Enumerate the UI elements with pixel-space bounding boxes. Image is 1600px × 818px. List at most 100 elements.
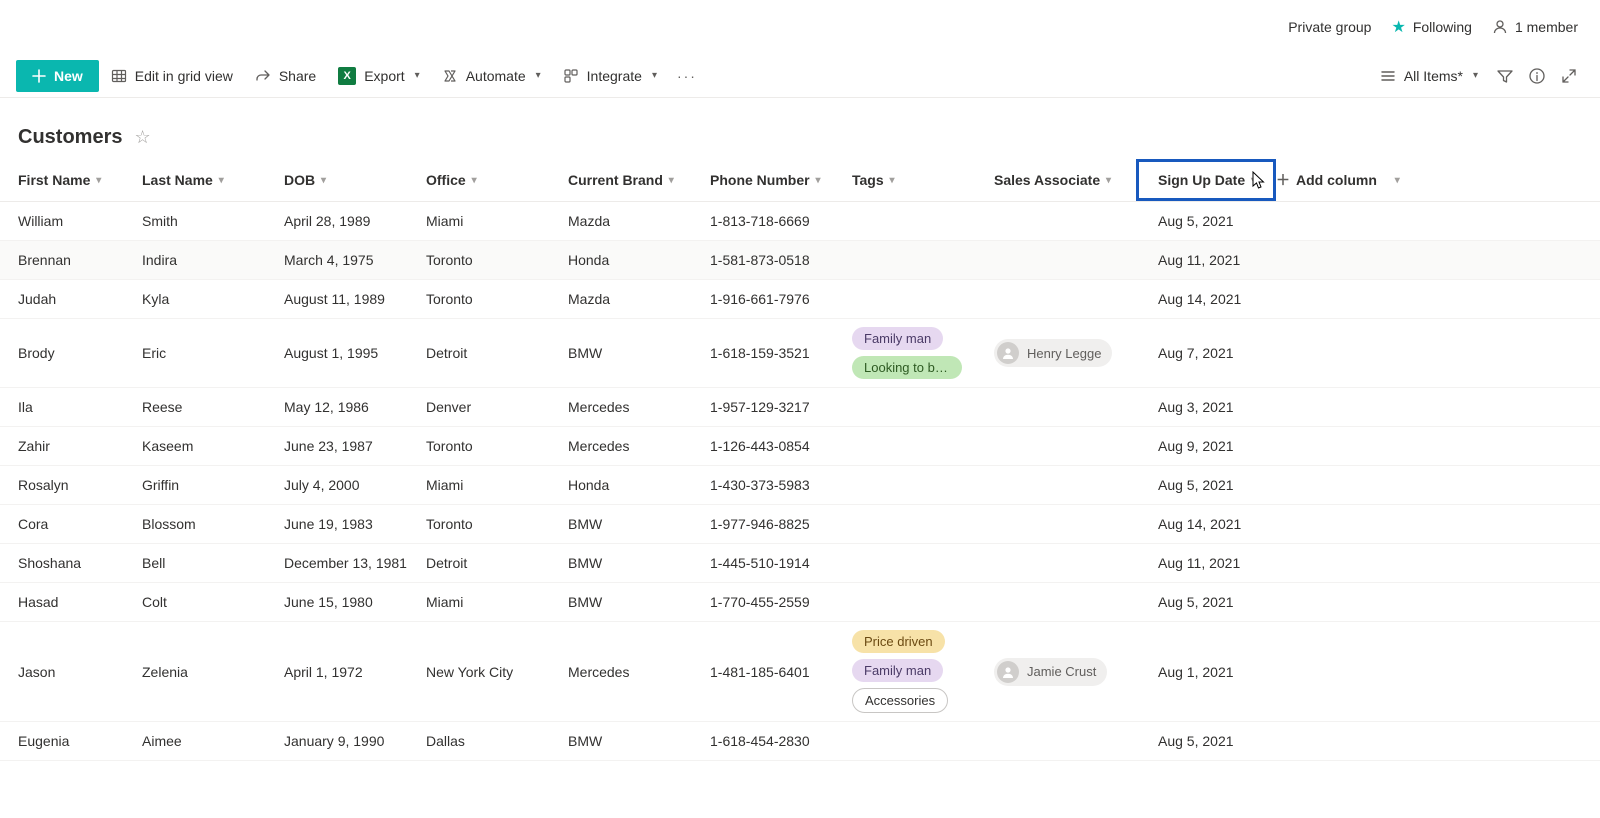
automate-button[interactable]: Automate ▾ — [432, 62, 551, 90]
cell-office: New York City — [426, 622, 568, 721]
cell-first-name: William — [0, 202, 142, 240]
cell-current-brand: Mazda — [568, 280, 710, 318]
column-header-first-name[interactable]: First Name ▾ — [0, 159, 142, 201]
cell-sign-up-date: Aug 5, 2021 — [1136, 202, 1276, 240]
cell-last-name: Eric — [142, 319, 284, 387]
table-row[interactable]: CoraBlossomJune 19, 1983TorontoBMW1-977-… — [0, 505, 1600, 544]
cell-current-brand: Honda — [568, 466, 710, 504]
grid-icon — [111, 68, 127, 84]
tag-pill[interactable]: Family man — [852, 327, 943, 350]
cell-empty — [1276, 622, 1416, 721]
cell-office: Detroit — [426, 544, 568, 582]
cell-first-name: Brody — [0, 319, 142, 387]
favorite-star-icon[interactable]: ☆ — [134, 127, 150, 148]
column-header-phone[interactable]: Phone Number ▾ — [710, 159, 852, 201]
following-button[interactable]: ★ Following — [1391, 17, 1471, 37]
cell-current-brand: BMW — [568, 544, 710, 582]
cell-tags: Price driven Family man Accessories — [852, 622, 994, 721]
table-row[interactable]: RosalynGriffinJuly 4, 2000MiamiHonda1-43… — [0, 466, 1600, 505]
cell-last-name: Blossom — [142, 505, 284, 543]
cell-office: Toronto — [426, 505, 568, 543]
info-icon — [1528, 67, 1546, 85]
excel-icon: X — [338, 67, 356, 85]
cell-first-name: Zahir — [0, 427, 142, 465]
expand-button[interactable] — [1554, 61, 1584, 91]
cell-dob: June 19, 1983 — [284, 505, 426, 543]
automate-label: Automate — [466, 68, 526, 84]
table-row[interactable]: ZahirKaseemJune 23, 1987TorontoMercedes1… — [0, 427, 1600, 466]
cell-office: Detroit — [426, 319, 568, 387]
more-icon: ··· — [677, 68, 697, 84]
cell-current-brand: BMW — [568, 583, 710, 621]
add-column-button[interactable]: ＋ Add column ▾ — [1276, 159, 1416, 201]
cell-sign-up-date: Aug 1, 2021 — [1136, 622, 1276, 721]
tag-pill[interactable]: Family man — [852, 659, 943, 682]
column-header-last-name[interactable]: Last Name ▾ — [142, 159, 284, 201]
expand-icon — [1560, 67, 1578, 85]
cell-sign-up-date: Aug 14, 2021 — [1136, 505, 1276, 543]
cell-dob: January 9, 1990 — [284, 722, 426, 760]
cell-tags — [852, 427, 994, 465]
cell-sign-up-date: Aug 14, 2021 — [1136, 280, 1276, 318]
table-row[interactable]: JudahKylaAugust 11, 1989TorontoMazda1-91… — [0, 280, 1600, 319]
cell-phone: 1-445-510-1914 — [710, 544, 852, 582]
cell-sales-associate — [994, 202, 1136, 240]
new-button[interactable]: New — [16, 60, 99, 92]
more-button[interactable]: ··· — [669, 62, 705, 90]
column-header-tags[interactable]: Tags ▾ — [852, 159, 994, 201]
table-row[interactable]: BrodyEricAugust 1, 1995DetroitBMW1-618-1… — [0, 319, 1600, 388]
table-row[interactable]: BrennanIndiraMarch 4, 1975TorontoHonda1-… — [0, 241, 1600, 280]
cell-phone: 1-977-946-8825 — [710, 505, 852, 543]
column-label: Sign Up Date — [1158, 172, 1245, 188]
person-name: Jamie Crust — [1027, 664, 1096, 679]
person-chip[interactable]: Jamie Crust — [994, 658, 1107, 686]
cell-phone: 1-957-129-3217 — [710, 388, 852, 426]
column-header-office[interactable]: Office ▾ — [426, 159, 568, 201]
members-button[interactable]: 1 member — [1492, 19, 1578, 35]
column-header-sales-associate[interactable]: Sales Associate ▾ — [994, 159, 1136, 201]
cell-empty — [1276, 466, 1416, 504]
tag-pill[interactable]: Accessories — [852, 688, 948, 713]
cell-dob: June 23, 1987 — [284, 427, 426, 465]
cell-phone: 1-916-661-7976 — [710, 280, 852, 318]
column-label: Office — [426, 172, 466, 188]
cell-dob: June 15, 1980 — [284, 583, 426, 621]
info-button[interactable] — [1522, 61, 1552, 91]
cell-last-name: Reese — [142, 388, 284, 426]
edit-grid-button[interactable]: Edit in grid view — [101, 62, 243, 90]
cell-tags: Family man Looking to buy s… — [852, 319, 994, 387]
table-row[interactable]: IlaReeseMay 12, 1986DenverMercedes1-957-… — [0, 388, 1600, 427]
column-header-sign-up-date[interactable]: Sign Up Date ▾ — [1136, 159, 1276, 201]
tag-pill[interactable]: Price driven — [852, 630, 945, 653]
table-row[interactable]: JasonZeleniaApril 1, 1972New York CityMe… — [0, 622, 1600, 722]
cell-first-name: Rosalyn — [0, 466, 142, 504]
cell-dob: April 1, 1972 — [284, 622, 426, 721]
integrate-button[interactable]: Integrate ▾ — [553, 62, 667, 90]
cell-last-name: Smith — [142, 202, 284, 240]
cell-first-name: Judah — [0, 280, 142, 318]
column-header-dob[interactable]: DOB ▾ — [284, 159, 426, 201]
cell-current-brand: BMW — [568, 505, 710, 543]
export-button[interactable]: X Export ▾ — [328, 61, 430, 91]
chevron-down-icon: ▾ — [415, 70, 420, 81]
table-row[interactable]: WilliamSmithApril 28, 1989MiamiMazda1-81… — [0, 202, 1600, 241]
command-bar: New Edit in grid view Share X Export ▾ A… — [0, 54, 1600, 98]
cell-first-name: Shoshana — [0, 544, 142, 582]
cell-office: Dallas — [426, 722, 568, 760]
person-chip[interactable]: Henry Legge — [994, 339, 1112, 367]
edit-grid-label: Edit in grid view — [135, 68, 233, 84]
column-label: DOB — [284, 172, 315, 188]
tag-pill[interactable]: Looking to buy s… — [852, 356, 962, 379]
table-row[interactable]: HasadColtJune 15, 1980MiamiBMW1-770-455-… — [0, 583, 1600, 622]
table-row[interactable]: ShoshanaBellDecember 13, 1981DetroitBMW1… — [0, 544, 1600, 583]
table-row[interactable]: EugeniaAimeeJanuary 9, 1990DallasBMW1-61… — [0, 722, 1600, 761]
share-button[interactable]: Share — [245, 62, 326, 90]
cell-sales-associate — [994, 466, 1136, 504]
filter-button[interactable] — [1490, 61, 1520, 91]
cell-tags — [852, 466, 994, 504]
view-switcher[interactable]: All Items* ▾ — [1370, 62, 1488, 90]
column-header-current-brand[interactable]: Current Brand ▾ — [568, 159, 710, 201]
export-label: Export — [364, 68, 404, 84]
cell-last-name: Indira — [142, 241, 284, 279]
cell-empty — [1276, 319, 1416, 387]
